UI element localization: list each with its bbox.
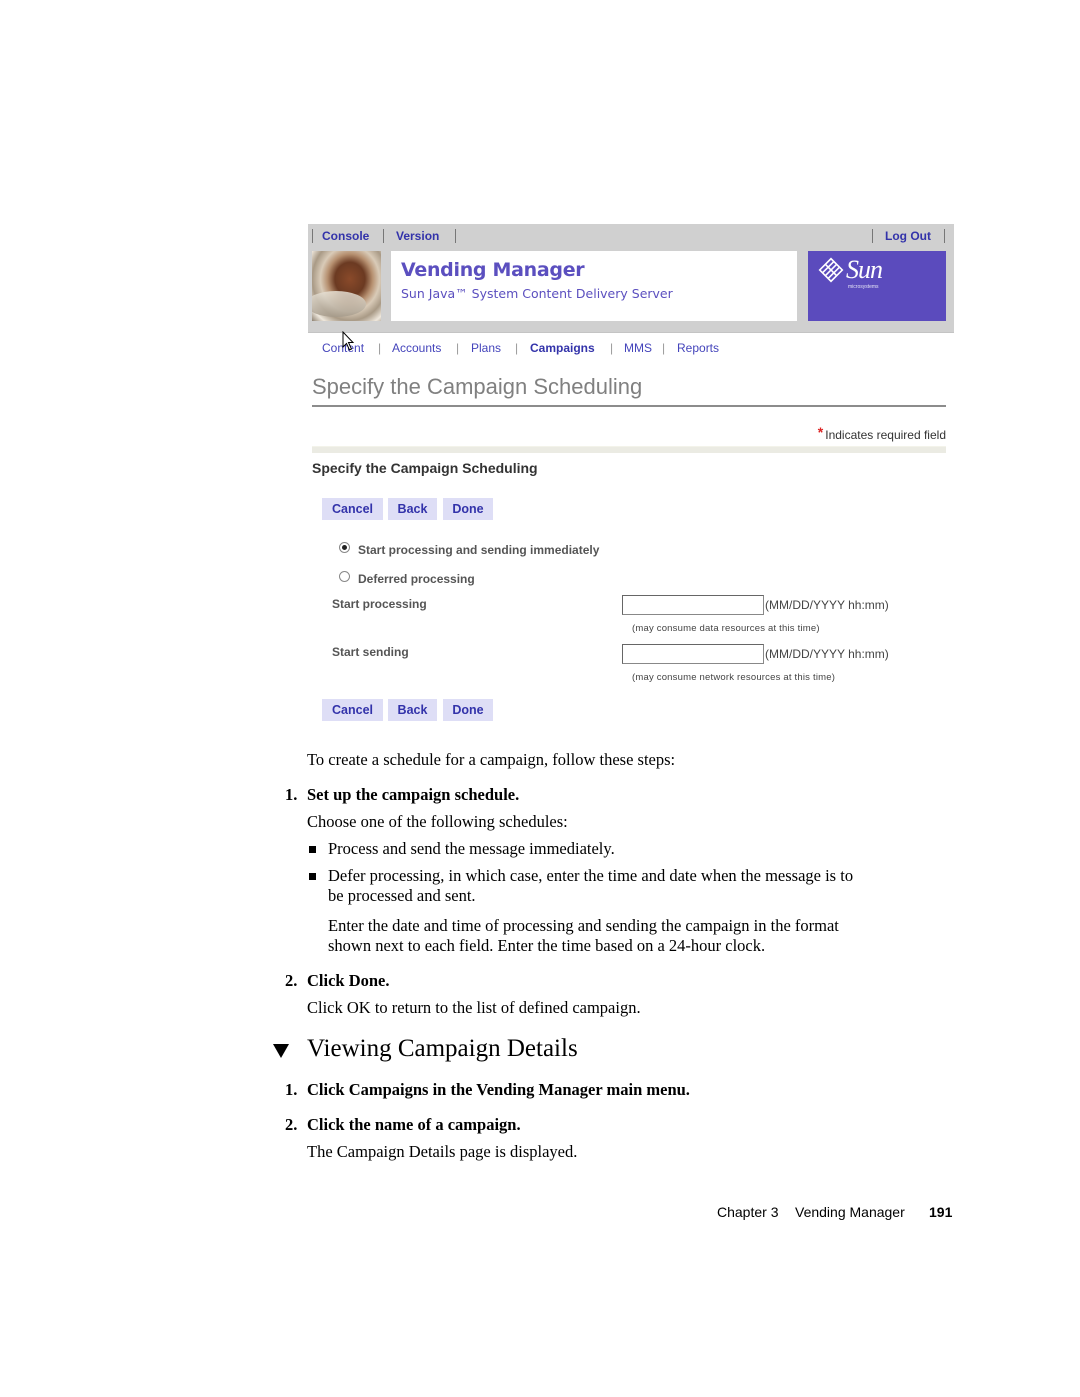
required-note-text: Indicates required field (825, 428, 946, 442)
enter-text-line2: shown next to each field. Enter the time… (328, 936, 766, 955)
bullet-icon (309, 873, 316, 880)
start-processing-format: (MM/DD/YYYY hh:mm) (765, 598, 889, 612)
masthead: Console Version Log Out Vending Manager … (308, 224, 954, 333)
version-link[interactable]: Version (396, 229, 439, 243)
immediate-label: Start processing and sending immediately (358, 543, 600, 557)
start-processing-input[interactable] (622, 595, 764, 615)
deferred-radio[interactable] (339, 571, 350, 582)
section-title: Specify the Campaign Scheduling (312, 460, 538, 476)
enter-text-line1: Enter the date and time of processing an… (328, 916, 839, 935)
app-title: Vending Manager (401, 259, 585, 281)
logout-link[interactable]: Log Out (885, 229, 931, 243)
choose-text: Choose one of the following schedules: (307, 812, 568, 831)
intro-text: To create a schedule for a campaign, fol… (307, 750, 676, 769)
back-button[interactable]: Back (388, 699, 437, 721)
nav-separator (944, 229, 945, 243)
sun-logo-icon (818, 257, 844, 283)
cancel-button[interactable]: Cancel (322, 498, 383, 520)
start-sending-input[interactable] (622, 644, 764, 664)
done-button[interactable]: Done (443, 699, 493, 721)
back-button[interactable]: Back (388, 498, 437, 520)
page-title: Specify the Campaign Scheduling (312, 374, 643, 399)
app-screenshot: Console Version Log Out Vending Manager … (308, 224, 954, 724)
nav-separator: | (515, 341, 519, 355)
click-ok-text: Click OK to return to the list of define… (307, 998, 641, 1017)
done-button[interactable]: Done (443, 498, 493, 520)
required-field-note: * Indicates required field (818, 424, 946, 442)
bullet-text: Process and send the message immediately… (328, 839, 615, 858)
coins-image (312, 251, 381, 321)
cancel-button[interactable]: Cancel (322, 699, 383, 721)
sun-logo-word: Sun (846, 255, 883, 284)
section-band (312, 446, 946, 453)
footer-chapter: Chapter 3 (717, 1204, 779, 1220)
required-star-icon: * (817, 424, 824, 440)
nav-separator: | (378, 341, 382, 355)
console-link[interactable]: Console (322, 229, 369, 243)
page-number: 191 (929, 1204, 953, 1220)
start-sending-hint: (may consume network resources at this t… (632, 672, 836, 683)
start-processing-hint: (may consume data resources at this time… (632, 623, 820, 634)
step-number: 2. (285, 971, 298, 990)
immediate-radio[interactable] (339, 542, 350, 553)
nav-separator: | (456, 341, 460, 355)
nav-separator (312, 229, 313, 243)
coin-shape (312, 291, 366, 317)
nav-separator: | (610, 341, 614, 355)
nav-mms[interactable]: MMS (624, 341, 652, 355)
top-nav: Console Version Log Out (308, 228, 954, 246)
nav-separator (872, 229, 873, 243)
step-number: 1. (285, 785, 298, 804)
step-title: Set up the campaign schedule. (307, 785, 520, 804)
start-processing-label: Start processing (332, 597, 427, 611)
nav-separator (383, 229, 384, 243)
step-title: Click Done. (307, 971, 390, 990)
deferred-label: Deferred processing (358, 572, 475, 586)
nav-reports[interactable]: Reports (677, 341, 719, 355)
start-sending-label: Start sending (332, 645, 409, 659)
start-sending-format: (MM/DD/YYYY hh:mm) (765, 647, 889, 661)
step-number: 1. (285, 1080, 298, 1099)
title-box: Vending Manager Sun Java™ System Content… (391, 251, 797, 321)
step-title: Click the name of a campaign. (307, 1115, 521, 1134)
mouse-cursor-icon (342, 331, 355, 351)
triangle-down-icon (273, 1044, 289, 1058)
step-title: Click Campaigns in the Vending Manager m… (307, 1080, 690, 1099)
title-divider (312, 405, 946, 407)
sun-logo-sub: microsystems (848, 284, 879, 290)
nav-separator (455, 229, 456, 243)
bullet-icon (309, 846, 316, 853)
section-heading: Viewing Campaign Details (307, 1035, 578, 1062)
step-number: 2. (285, 1115, 298, 1134)
nav-campaigns[interactable]: Campaigns (530, 341, 595, 355)
sun-logo: Sun microsystems (808, 251, 946, 321)
footer-chapter-title: Vending Manager (795, 1204, 905, 1220)
bullet-text-continued: be processed and sent. (328, 886, 476, 905)
result-text: The Campaign Details page is displayed. (307, 1142, 578, 1161)
bullet-text: Defer processing, in which case, enter t… (328, 866, 854, 885)
app-subtitle: Sun Java™ System Content Delivery Server (401, 286, 673, 301)
nav-accounts[interactable]: Accounts (392, 341, 441, 355)
nav-plans[interactable]: Plans (471, 341, 501, 355)
nav-separator: | (662, 341, 666, 355)
